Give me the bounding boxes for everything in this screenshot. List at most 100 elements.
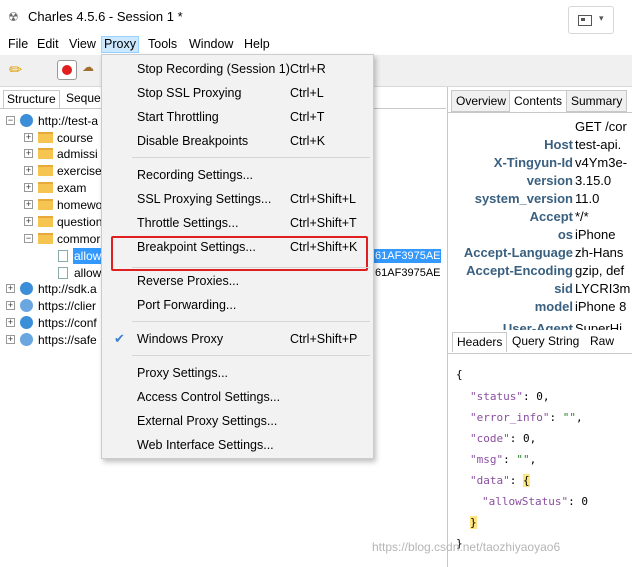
header-row: Accept-Language zh-Hans [448, 244, 632, 262]
menu-windows-proxy[interactable]: ✔ Windows Proxy Ctrl+Shift+P [102, 327, 373, 351]
tree-host[interactable]: + https://conf [6, 315, 102, 331]
collapse-icon[interactable]: − [24, 234, 33, 243]
tree-folder[interactable]: + exam [24, 180, 104, 196]
tree-host-label: http://test-a [38, 114, 99, 128]
menu-external-proxy-settings[interactable]: External Proxy Settings... [102, 409, 373, 433]
menu-disable-breakpoints[interactable]: Disable Breakpoints Ctrl+K [102, 129, 373, 153]
menu-item-label: Throttle Settings... [137, 216, 239, 230]
expand-icon[interactable]: + [24, 217, 33, 226]
header-value: test-api. [575, 137, 622, 152]
expand-icon[interactable]: + [24, 166, 33, 175]
body-tabs: Headers Query String Raw [448, 332, 632, 352]
menu-proxy[interactable]: Proxy [101, 36, 139, 53]
tree-host-label: https://conf [38, 316, 97, 330]
menu-file[interactable]: File [6, 36, 30, 53]
throttle-icon[interactable]: ☁ [82, 60, 100, 80]
json-key: "data" [470, 474, 510, 487]
expand-icon[interactable]: + [24, 200, 33, 209]
title-bar: ☢ Charles 4.5.6 - Session 1 * ▾ [0, 0, 632, 34]
menu-item-label: Recording Settings... [137, 168, 254, 182]
header-row: model iPhone 8 [448, 298, 632, 316]
folder-icon [38, 233, 53, 244]
json-key: "code" [470, 432, 510, 445]
record-icon[interactable] [57, 60, 77, 80]
menu-web-interface-settings[interactable]: Web Interface Settings... [102, 433, 373, 457]
tree-folder[interactable]: + question [24, 214, 104, 230]
file-hash: :61AF3975AE [372, 267, 441, 279]
lightning-icon [20, 333, 33, 346]
menu-edit[interactable]: Edit [35, 36, 61, 53]
header-row: Accept-Encoding gzip, def [448, 262, 632, 280]
menu-stop-ssl-proxying[interactable]: Stop SSL Proxying Ctrl+L [102, 81, 373, 105]
folder-icon [38, 148, 53, 159]
menu-bar: File Edit View Proxy Tools Window Help [0, 34, 632, 54]
menu-separator [132, 355, 370, 356]
expand-icon[interactable]: + [24, 183, 33, 192]
folder-label: exercise [57, 164, 102, 178]
menu-start-throttling[interactable]: Start Throttling Ctrl+T [102, 105, 373, 129]
expand-icon[interactable]: + [24, 149, 33, 158]
tree-folder[interactable]: + admissi [24, 146, 104, 162]
expand-icon[interactable]: + [6, 284, 15, 293]
menu-help[interactable]: Help [242, 36, 272, 53]
header-row: GET /cor [448, 118, 632, 136]
tab-query-string[interactable]: Query String [508, 332, 583, 352]
menu-item-label: Proxy Settings... [137, 366, 229, 380]
tree-folder[interactable]: − commor [24, 231, 104, 247]
breakpoint-settings-highlight [111, 236, 368, 271]
tab-headers[interactable]: Headers [452, 332, 508, 352]
json-brace: { [523, 474, 530, 487]
tree-host[interactable]: + http://sdk.a [6, 281, 102, 297]
screenshot-menu-button[interactable]: ▾ [568, 6, 614, 34]
header-value: LYCRI3m [575, 281, 631, 296]
menu-reverse-proxies[interactable]: Reverse Proxies... [102, 269, 373, 293]
charles-jar-icon: ☢ [8, 10, 19, 24]
tree-file-selected[interactable]: allow [58, 248, 104, 264]
expand-icon[interactable]: + [6, 318, 15, 327]
menu-stop-recording[interactable]: Stop Recording (Session 1) Ctrl+R [102, 57, 373, 81]
expand-icon[interactable]: + [6, 301, 15, 310]
tree-host[interactable]: + https://safe [6, 332, 102, 348]
tab-sequence[interactable]: Seque [63, 90, 104, 108]
header-row: User-Agent SuperHi [448, 320, 632, 330]
header-value: iPhone [575, 227, 616, 242]
menu-throttle-settings[interactable]: Throttle Settings... Ctrl+Shift+T [102, 211, 373, 235]
menu-window[interactable]: Window [187, 36, 235, 53]
globe-icon [20, 114, 33, 127]
expand-icon[interactable]: + [6, 335, 15, 344]
tab-raw[interactable]: Raw [586, 332, 618, 352]
tree-folder[interactable]: + exercise [24, 163, 104, 179]
tree-host[interactable]: + https://clier [6, 298, 102, 314]
menu-access-control-settings[interactable]: Access Control Settings... [102, 385, 373, 409]
tree-folder[interactable]: + homewo [24, 197, 104, 213]
header-row: Host test-api. [448, 136, 632, 154]
tab-contents[interactable]: Contents [509, 90, 568, 112]
menu-ssl-proxying-settings[interactable]: SSL Proxying Settings... Ctrl+Shift+L [102, 187, 373, 211]
image-icon [578, 15, 592, 26]
menu-separator [132, 267, 370, 268]
tab-structure[interactable]: Structure [3, 90, 60, 108]
collapse-icon[interactable]: − [6, 116, 15, 125]
tab-overview[interactable]: Overview [451, 90, 512, 112]
menu-tools[interactable]: Tools [146, 36, 179, 53]
menu-item-shortcut: Ctrl+Shift+T [290, 216, 357, 230]
tree-file[interactable]: allow [58, 265, 104, 281]
tree-host[interactable]: − http://test-a [6, 113, 106, 129]
json-line: "allowStatus": 0 [482, 493, 588, 511]
header-value: zh-Hans [575, 245, 624, 260]
json-brace: { [456, 368, 463, 381]
json-line: "error_info": "", [470, 409, 583, 427]
json-separator: : [549, 411, 563, 424]
menu-recording-settings[interactable]: Recording Settings... [102, 163, 373, 187]
menu-view[interactable]: View [67, 36, 98, 53]
json-value: : 0 [568, 495, 588, 508]
expand-icon[interactable]: + [24, 133, 33, 142]
menu-item-label: Access Control Settings... [137, 390, 281, 404]
menu-proxy-settings[interactable]: Proxy Settings... [102, 361, 373, 385]
broom-icon[interactable]: ✏ [9, 60, 29, 80]
tab-summary[interactable]: Summary [566, 90, 628, 112]
header-value: GET /cor [575, 119, 627, 134]
menu-port-forwarding[interactable]: Port Forwarding... [102, 293, 373, 317]
tree-folder[interactable]: + course [24, 130, 104, 146]
header-value: gzip, def [575, 263, 625, 278]
